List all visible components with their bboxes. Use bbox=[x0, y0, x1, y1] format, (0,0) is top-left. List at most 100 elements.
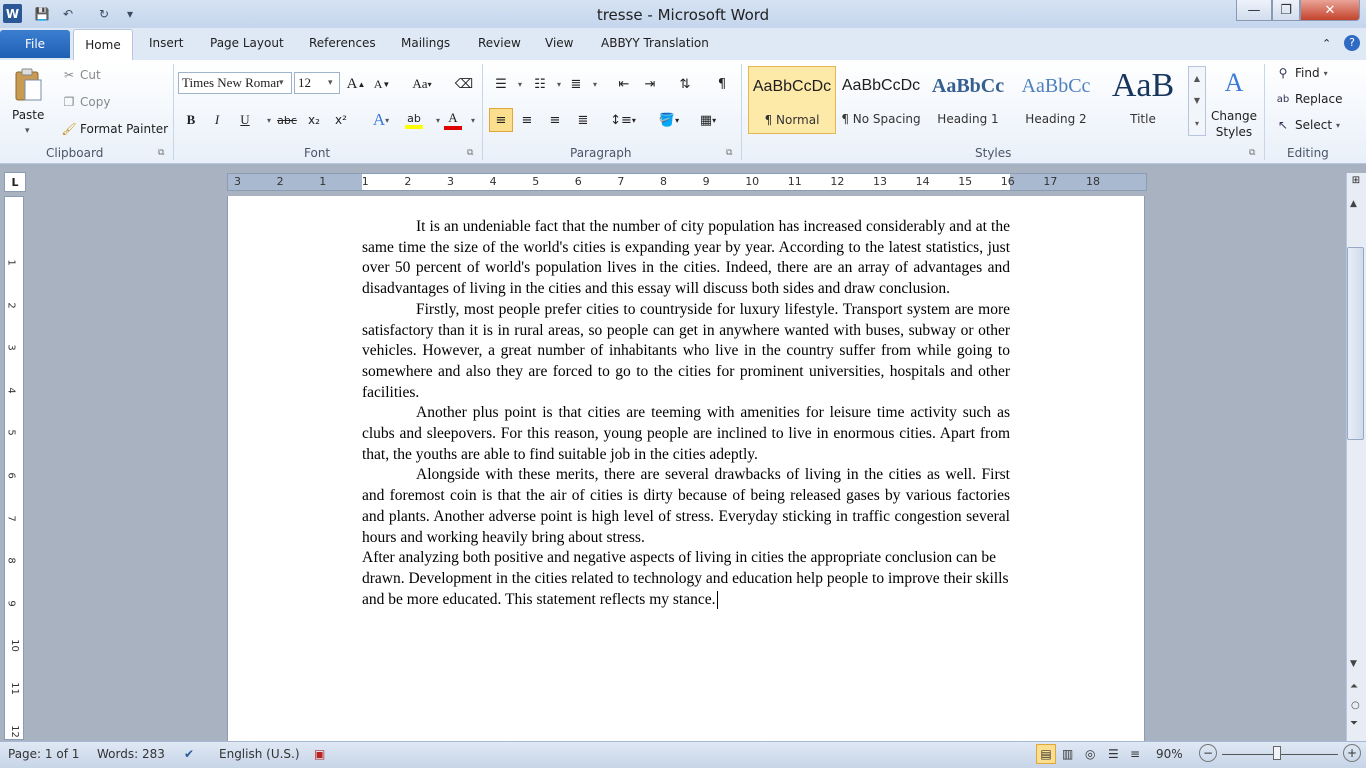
text-effects-icon[interactable]: A ▾ bbox=[367, 110, 395, 130]
borders-icon[interactable]: ▦ ▾ bbox=[694, 110, 722, 130]
previous-page-icon[interactable]: ⏶ bbox=[1350, 681, 1358, 692]
next-page-icon[interactable]: ⏷ bbox=[1350, 718, 1358, 729]
show-formatting-marks-icon[interactable]: ¶ bbox=[712, 74, 732, 94]
tab-page-layout[interactable]: Page Layout bbox=[210, 36, 284, 50]
shading-icon[interactable]: 🪣 ▾ bbox=[654, 110, 684, 130]
italic-button[interactable]: I bbox=[207, 110, 227, 130]
zoom-slider-thumb[interactable] bbox=[1272, 746, 1281, 760]
align-left-button[interactable]: ≡ bbox=[489, 108, 513, 132]
tab-selector[interactable]: L bbox=[4, 172, 26, 192]
copy-button[interactable]: ❐ Copy bbox=[60, 95, 111, 109]
bold-button[interactable]: B bbox=[181, 110, 201, 130]
zoom-out-button[interactable]: − bbox=[1199, 744, 1217, 762]
grow-font-icon[interactable]: A ▲ bbox=[346, 74, 366, 94]
font-size-combo[interactable]: 12 ▾ bbox=[294, 72, 340, 94]
paragraph[interactable]: It is an undeniable fact that the number… bbox=[362, 217, 1010, 300]
justify-icon[interactable]: ≣ bbox=[573, 110, 593, 130]
more-icon[interactable]: ▾ bbox=[1195, 119, 1199, 128]
paragraph[interactable]: Firstly, most people prefer cities to co… bbox=[362, 300, 1010, 404]
change-case-icon[interactable]: Aa ▾ bbox=[408, 74, 436, 94]
paste-button[interactable]: Paste bbox=[12, 108, 46, 122]
change-styles-button[interactable]: Change Styles bbox=[1208, 108, 1260, 140]
tab-insert[interactable]: Insert bbox=[149, 36, 183, 50]
change-styles-icon[interactable]: A bbox=[1214, 68, 1254, 98]
scrollbar-thumb[interactable] bbox=[1347, 247, 1364, 440]
minimize-button[interactable]: — bbox=[1236, 0, 1272, 21]
replace-button[interactable]: ab Replace bbox=[1274, 92, 1343, 106]
tab-abbyy-translation[interactable]: ABBYY Translation bbox=[601, 36, 709, 50]
tab-file[interactable]: File bbox=[0, 30, 70, 58]
font-launcher-icon[interactable]: ⧉ bbox=[467, 148, 473, 158]
cut-button[interactable]: ✂ Cut bbox=[60, 68, 101, 82]
increase-indent-icon[interactable]: ⇥ bbox=[640, 74, 660, 94]
word-count[interactable]: Words: 283 bbox=[97, 747, 165, 761]
multilevel-list-icon[interactable]: ≣ bbox=[566, 74, 586, 94]
spelling-check-icon[interactable]: ✔ bbox=[184, 747, 194, 761]
find-button[interactable]: ⚲ Find ▾ bbox=[1274, 66, 1328, 80]
horizontal-ruler[interactable]: 3 2 1 1 2 3 4 5 6 7 8 9 10 11 12 13 14 15 16 17 18 bbox=[227, 173, 1147, 191]
page-count[interactable]: Page: 1 of 1 bbox=[8, 747, 79, 761]
scroll-down-icon[interactable]: ▼ bbox=[1350, 659, 1357, 669]
language[interactable]: English (U.S.) bbox=[219, 747, 300, 761]
chevron-down-icon[interactable]: ▼ bbox=[1194, 96, 1200, 105]
superscript-button[interactable]: x² bbox=[331, 110, 351, 130]
tab-home[interactable]: Home bbox=[73, 29, 133, 60]
font-color-dropdown-icon[interactable]: ▾ bbox=[463, 110, 483, 130]
font-name-combo[interactable]: Times New Roman ▾ bbox=[178, 72, 292, 94]
scroll-up-icon[interactable]: ▲ bbox=[1350, 199, 1357, 209]
help-icon[interactable]: ? bbox=[1344, 35, 1360, 51]
paragraph-last[interactable]: After analyzing both positive and negati… bbox=[362, 548, 1010, 610]
maximize-button[interactable]: ❐ bbox=[1272, 0, 1300, 21]
style-no-spacing[interactable]: AaBbCcDc ¶ No Spacing bbox=[838, 66, 924, 134]
subscript-button[interactable]: x₂ bbox=[304, 110, 324, 130]
tab-view[interactable]: View bbox=[545, 36, 573, 50]
paste-dropdown-icon[interactable]: ▾ bbox=[25, 126, 30, 136]
zoom-level[interactable]: 90% bbox=[1156, 747, 1183, 761]
bullets-icon[interactable]: ☰ bbox=[491, 74, 511, 94]
sort-icon[interactable]: ⇅ bbox=[675, 74, 695, 94]
chevron-up-icon[interactable]: ▲ bbox=[1194, 74, 1200, 83]
clear-formatting-icon[interactable]: ⌫ bbox=[454, 74, 474, 94]
print-layout-icon[interactable]: ▤ bbox=[1036, 744, 1056, 764]
paste-icon[interactable] bbox=[10, 66, 46, 106]
ruler-toggle-icon[interactable]: ⊞ bbox=[1348, 175, 1364, 191]
vertical-ruler[interactable]: 1 2 3 4 5 6 7 8 9 10 11 12 bbox=[4, 196, 24, 740]
center-icon[interactable]: ≡ bbox=[517, 110, 537, 130]
style-normal[interactable]: AaBbCcDc ¶ Normal bbox=[748, 66, 836, 134]
numbering-icon[interactable]: ☷ bbox=[530, 74, 550, 94]
close-button[interactable]: ✕ bbox=[1300, 0, 1360, 21]
strikethrough-button[interactable]: abc bbox=[275, 110, 299, 130]
macro-record-icon[interactable]: ▣ bbox=[314, 747, 325, 761]
browse-object-icon[interactable]: ○ bbox=[1351, 700, 1360, 711]
align-right-icon[interactable]: ≡ bbox=[545, 110, 565, 130]
decrease-indent-icon[interactable]: ⇤ bbox=[614, 74, 634, 94]
line-spacing-icon[interactable]: ↕≡ ▾ bbox=[609, 110, 637, 130]
styles-scroll[interactable]: ▲ ▼ ▾ bbox=[1188, 66, 1206, 136]
paragraph[interactable]: Alongside with these merits, there are s… bbox=[362, 465, 1010, 548]
style-title[interactable]: AaB Title bbox=[1101, 66, 1185, 134]
web-layout-icon[interactable]: ◎ bbox=[1085, 747, 1095, 761]
format-painter-button[interactable]: 🖌 Format Painter bbox=[60, 122, 168, 136]
tab-mailings[interactable]: Mailings bbox=[401, 36, 450, 50]
select-button[interactable]: ↖ Select ▾ bbox=[1274, 118, 1340, 132]
document-body[interactable]: It is an undeniable fact that the number… bbox=[362, 217, 1010, 610]
highlight-icon[interactable]: ab bbox=[402, 110, 426, 130]
outline-icon[interactable]: ☰ bbox=[1108, 747, 1119, 761]
styles-launcher-icon[interactable]: ⧉ bbox=[1249, 148, 1255, 158]
font-color-icon[interactable]: A bbox=[443, 110, 463, 130]
bullets-dropdown-icon[interactable]: ▾ bbox=[510, 74, 530, 94]
underline-button[interactable]: U bbox=[235, 110, 255, 130]
draft-icon[interactable]: ≡ bbox=[1130, 747, 1140, 761]
shrink-font-icon[interactable]: A ▼ bbox=[372, 74, 392, 94]
clipboard-launcher-icon[interactable]: ⧉ bbox=[158, 148, 164, 158]
full-screen-reading-icon[interactable]: ▥ bbox=[1062, 747, 1073, 761]
multilevel-dropdown-icon[interactable]: ▾ bbox=[585, 74, 605, 94]
paragraph[interactable]: Another plus point is that cities are te… bbox=[362, 403, 1010, 465]
paragraph-launcher-icon[interactable]: ⧉ bbox=[726, 148, 732, 158]
minimize-ribbon-icon[interactable]: ⌃ bbox=[1322, 37, 1331, 50]
tab-references[interactable]: References bbox=[309, 36, 376, 50]
tab-review[interactable]: Review bbox=[478, 36, 521, 50]
zoom-in-button[interactable]: + bbox=[1343, 744, 1361, 762]
style-heading-1[interactable]: AaBbCc Heading 1 bbox=[926, 66, 1010, 134]
style-heading-2[interactable]: AaBbCc Heading 2 bbox=[1013, 66, 1099, 134]
